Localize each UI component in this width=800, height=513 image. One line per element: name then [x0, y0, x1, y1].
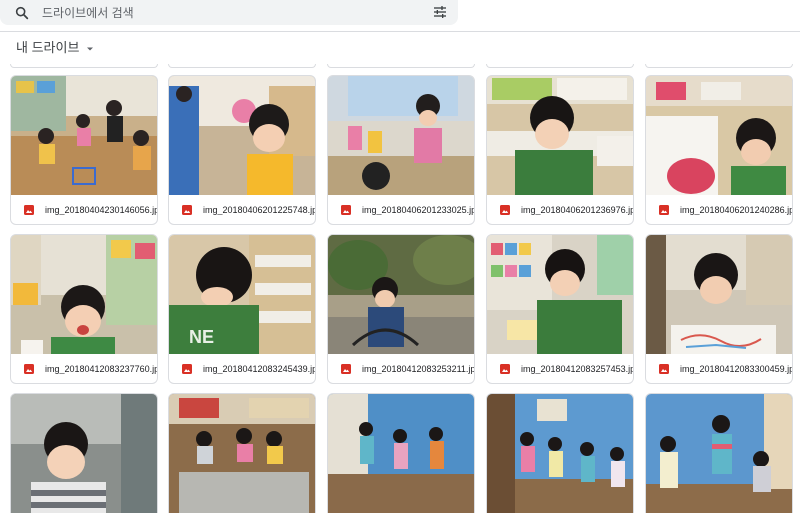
tune-icon[interactable]	[432, 4, 448, 20]
file-card[interactable]: img_20180412083237760.jpg	[10, 234, 158, 384]
search-input[interactable]: 드라이브에서 검색	[42, 4, 134, 21]
file-name: img_20180406201225748.jpg	[203, 205, 315, 215]
image-file-icon	[181, 363, 193, 375]
file-name: img_20180404230146056.jpg	[45, 205, 157, 215]
photo-thumbnail	[328, 235, 474, 354]
image-file-icon	[340, 363, 352, 375]
image-file-icon	[658, 204, 670, 216]
file-card[interactable]: img_20180404230146056.jpg	[10, 75, 158, 225]
image-file-icon	[499, 204, 511, 216]
file-name: img_20180412083257453.jpg	[521, 364, 633, 374]
photo-thumbnail	[11, 394, 157, 513]
search-bar[interactable]: 드라이브에서 검색	[0, 0, 458, 25]
file-name: img_20180412083245439.jpg	[203, 364, 315, 374]
file-card[interactable]: img_20180412083300459.jpg	[645, 234, 793, 384]
file-card[interactable]: img_20180412083257453.jpg	[486, 234, 634, 384]
photo-thumbnail	[646, 235, 792, 354]
file-card[interactable]: img_20180406201236976.jpg	[486, 75, 634, 225]
image-file-icon	[23, 363, 35, 375]
file-name: img_20180406201236976.jpg	[521, 205, 633, 215]
file-name: img_20180412083300459.jpg	[680, 364, 792, 374]
previous-row-edge	[10, 64, 800, 68]
file-card[interactable]: img_20180406201233025.jpg	[327, 75, 475, 225]
photo-thumbnail	[487, 235, 633, 354]
file-name: img_20180406201233025.jpg	[362, 205, 474, 215]
image-file-icon	[340, 204, 352, 216]
header-divider	[0, 31, 800, 32]
file-name: img_20180412083253211.jpg	[362, 364, 474, 374]
file-card[interactable]	[10, 393, 158, 513]
file-card[interactable]: NE img_20180412083245439.jpg	[168, 234, 316, 384]
search-icon[interactable]	[14, 4, 32, 22]
caret-down-icon[interactable]	[85, 42, 95, 52]
file-card[interactable]: img_20180406201240286.jpg	[645, 75, 793, 225]
photo-thumbnail	[487, 394, 633, 513]
image-file-icon	[23, 204, 35, 216]
photo-thumbnail	[169, 394, 315, 513]
photo-thumbnail	[646, 394, 792, 513]
photo-thumbnail	[646, 76, 792, 195]
image-file-icon	[181, 204, 193, 216]
breadcrumb-label[interactable]: 내 드라이브	[16, 37, 79, 56]
file-card[interactable]	[486, 393, 634, 513]
file-card[interactable]	[645, 393, 793, 513]
photo-thumbnail	[11, 235, 157, 354]
photo-thumbnail	[11, 76, 157, 195]
photo-thumbnail	[328, 76, 474, 195]
image-file-icon	[658, 363, 670, 375]
photo-thumbnail: NE	[169, 235, 315, 354]
breadcrumb[interactable]: 내 드라이브	[16, 37, 95, 56]
image-file-icon	[499, 363, 511, 375]
photo-thumbnail	[487, 76, 633, 195]
file-card[interactable]	[168, 393, 316, 513]
svg-text:NE: NE	[189, 327, 214, 347]
file-card[interactable]	[327, 393, 475, 513]
file-card[interactable]: img_20180406201225748.jpg	[168, 75, 316, 225]
file-name: img_20180412083237760.jpg	[45, 364, 157, 374]
file-card[interactable]: img_20180412083253211.jpg	[327, 234, 475, 384]
photo-thumbnail	[169, 76, 315, 195]
photo-thumbnail	[328, 394, 474, 513]
file-name: img_20180406201240286.jpg	[680, 205, 792, 215]
